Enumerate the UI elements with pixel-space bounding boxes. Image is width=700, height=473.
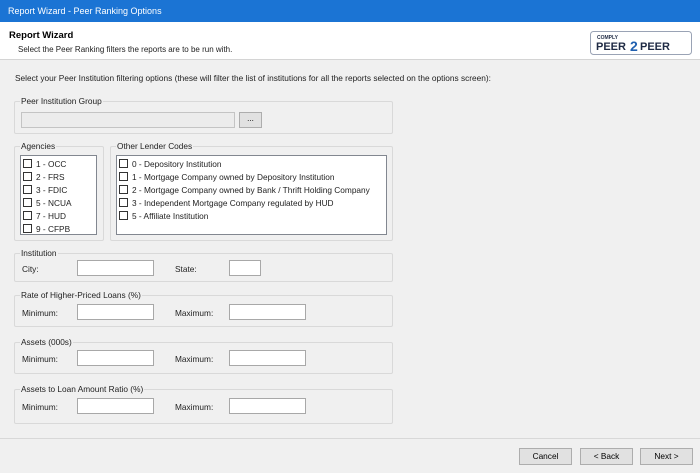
peer-group-label: Peer Institution Group — [20, 96, 103, 106]
peer2peer-logo: COMPLY PEER 2 PEER — [590, 31, 692, 55]
agencies-label: Agencies — [20, 141, 57, 151]
lender-code-item[interactable]: 2 - Mortgage Company owned by Bank / Thr… — [119, 183, 384, 196]
checkbox[interactable] — [119, 185, 128, 194]
agency-item[interactable]: 5 - NCUA — [23, 196, 94, 209]
checkbox[interactable] — [119, 211, 128, 220]
checkbox[interactable] — [23, 172, 32, 181]
checkbox-label: 9 - CFPB — [36, 223, 71, 234]
page-title: Report Wizard — [9, 30, 74, 41]
checkbox[interactable] — [23, 185, 32, 194]
assets-min-label: Minimum: — [22, 354, 58, 364]
wizard-header: Report Wizard Select the Peer Ranking fi… — [0, 22, 700, 60]
peer-group-field[interactable] — [21, 112, 235, 128]
checkbox[interactable] — [23, 224, 32, 233]
svg-text:2: 2 — [630, 38, 638, 54]
lender-codes-label: Other Lender Codes — [116, 141, 194, 151]
assets-label: Assets (000s) — [20, 337, 73, 347]
checkbox[interactable] — [23, 198, 32, 207]
checkbox-label: 1 - OCC — [36, 158, 67, 169]
agencies-list[interactable]: 1 - OCC 2 - FRS 3 - FDIC 5 - NCUA 7 - HUD 9 -… — [20, 155, 97, 235]
institution-box — [14, 253, 393, 282]
lender-code-item[interactable]: 3 - Independent Mortgage Company regulat… — [119, 196, 384, 209]
svg-text:PEER: PEER — [640, 41, 670, 53]
agency-item[interactable]: 9 - CFPB — [23, 222, 94, 235]
city-input[interactable] — [77, 260, 154, 276]
svg-text:PEER: PEER — [596, 41, 626, 53]
assets-min-input[interactable] — [77, 350, 154, 366]
lender-code-item[interactable]: 0 - Depository Institution — [119, 157, 384, 170]
checkbox[interactable] — [119, 172, 128, 181]
footer-divider — [0, 438, 700, 439]
assets-ratio-label: Assets to Loan Amount Ratio (%) — [20, 384, 145, 394]
instruction-text: Select your Peer Institution filtering o… — [15, 73, 491, 83]
lender-code-item[interactable]: 5 - Affiliate Institution — [119, 209, 384, 222]
rate-min-input[interactable] — [77, 304, 154, 320]
agency-item[interactable]: 2 - FRS — [23, 170, 94, 183]
checkbox[interactable] — [23, 159, 32, 168]
agency-item[interactable]: 3 - FDIC — [23, 183, 94, 196]
checkbox[interactable] — [119, 159, 128, 168]
assets-max-label: Maximum: — [175, 354, 214, 364]
ratio-max-input[interactable] — [229, 398, 306, 414]
checkbox-label: 2 - FRS — [36, 171, 65, 182]
lender-codes-list[interactable]: 0 - Depository Institution 1 - Mortgage C… — [116, 155, 387, 235]
checkbox-label: 1 - Mortgage Company owned by Depository… — [132, 171, 335, 182]
checkbox-label: 5 - NCUA — [36, 197, 72, 208]
city-label: City: — [22, 264, 39, 274]
agency-item[interactable]: 7 - HUD — [23, 209, 94, 222]
state-label: State: — [175, 264, 197, 274]
checkbox-label: 3 - FDIC — [36, 184, 68, 195]
window-title: Report Wizard - Peer Ranking Options — [8, 6, 162, 16]
page-subtitle: Select the Peer Ranking filters the repo… — [18, 45, 233, 54]
ratio-max-label: Maximum: — [175, 402, 214, 412]
checkbox-label: 7 - HUD — [36, 210, 66, 221]
next-button[interactable]: Next > — [640, 448, 693, 465]
state-input[interactable] — [229, 260, 261, 276]
agency-item[interactable]: 1 - OCC — [23, 157, 94, 170]
institution-label: Institution — [20, 248, 58, 258]
back-button[interactable]: < Back — [580, 448, 633, 465]
rate-loans-label: Rate of Higher-Priced Loans (%) — [20, 290, 142, 300]
checkbox[interactable] — [119, 198, 128, 207]
rate-min-label: Minimum: — [22, 308, 58, 318]
window-titlebar: Report Wizard - Peer Ranking Options — [0, 0, 700, 22]
assets-max-input[interactable] — [229, 350, 306, 366]
ratio-min-input[interactable] — [77, 398, 154, 414]
peer-group-browse-button[interactable]: ... — [239, 112, 262, 128]
checkbox-label: 2 - Mortgage Company owned by Bank / Thr… — [132, 184, 370, 195]
checkbox-label: 5 - Affiliate Institution — [132, 210, 209, 221]
ratio-min-label: Minimum: — [22, 402, 58, 412]
lender-code-item[interactable]: 1 - Mortgage Company owned by Depository… — [119, 170, 384, 183]
rate-max-label: Maximum: — [175, 308, 214, 318]
checkbox[interactable] — [23, 211, 32, 220]
rate-max-input[interactable] — [229, 304, 306, 320]
cancel-button[interactable]: Cancel — [519, 448, 572, 465]
checkbox-label: 3 - Independent Mortgage Company regulat… — [132, 197, 334, 208]
checkbox-label: 0 - Depository Institution — [132, 158, 222, 169]
